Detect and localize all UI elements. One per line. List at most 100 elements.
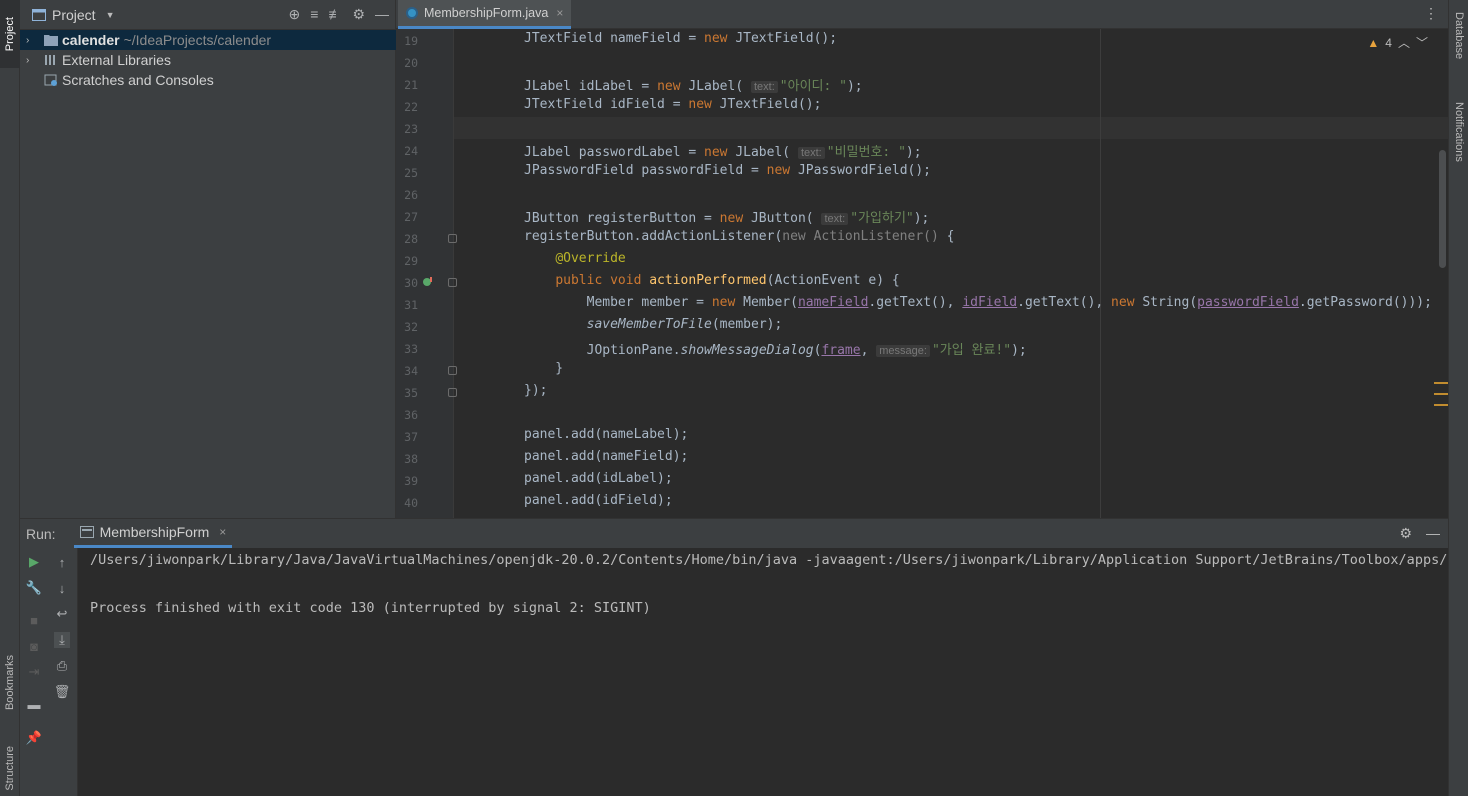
- project-panel: Project ▼ ⊕ ≡ ≢ ⚙ — › calender ~/IdeaPro…: [20, 0, 396, 518]
- code-line: }: [524, 361, 564, 376]
- line-number: 36: [404, 408, 418, 422]
- close-icon[interactable]: ×: [219, 525, 226, 539]
- collapse-all-icon[interactable]: ≢: [328, 6, 342, 23]
- tree-item-label: External Libraries: [62, 52, 171, 68]
- line-number: 21: [404, 78, 418, 92]
- line-number: 29: [404, 254, 418, 268]
- tree-item-label: calender: [62, 32, 120, 48]
- java-class-icon: [406, 7, 418, 19]
- bookmarks-tool-tab[interactable]: Bookmarks: [0, 640, 20, 726]
- error-stripe-marks[interactable]: [1434, 382, 1448, 415]
- folder-icon: [44, 35, 58, 46]
- editor-scrollbar[interactable]: [1439, 150, 1446, 268]
- code-line: JButton registerButton = new JButton( te…: [524, 211, 930, 226]
- editor-tab-membershipform[interactable]: MembershipForm.java ×: [398, 0, 572, 29]
- line-number: 37: [404, 430, 418, 444]
- line-number: 25: [404, 166, 418, 180]
- close-icon[interactable]: ×: [556, 6, 563, 20]
- layout-icon[interactable]: ▬: [26, 696, 42, 712]
- run-panel: Run: MembershipForm × ⚙ — ▶ 🔧 ■ ◙ ⇥ ▬ 📌 …: [20, 518, 1448, 796]
- line-number: 35: [404, 386, 418, 400]
- line-number: 24: [404, 144, 418, 158]
- code-area[interactable]: JTextField nameField = new JTextField();…: [454, 29, 1448, 518]
- chevron-up-icon[interactable]: ︿: [1398, 34, 1410, 51]
- tree-item-scratches[interactable]: Scratches and Consoles: [20, 70, 396, 90]
- expand-all-icon[interactable]: ≡: [310, 6, 318, 23]
- scroll-to-end-icon[interactable]: ⤓: [54, 632, 70, 648]
- tree-item-external-libraries[interactable]: › External Libraries: [20, 50, 396, 70]
- right-tool-strip: Database Notifications: [1448, 0, 1468, 796]
- code-line: @Override: [555, 251, 626, 266]
- rerun-icon[interactable]: ▶: [26, 554, 42, 570]
- minimize-icon[interactable]: —: [375, 6, 389, 23]
- camera-icon[interactable]: ◙: [26, 638, 42, 654]
- print-icon[interactable]: ⎙: [54, 658, 70, 674]
- console-line: /Users/jiwonpark/Library/Java/JavaVirtua…: [90, 552, 1448, 568]
- warning-icon: ▲: [1367, 35, 1380, 50]
- line-number: 38: [404, 452, 418, 466]
- line-number: 20: [404, 56, 418, 70]
- chevron-down-icon[interactable]: ﹀: [1416, 34, 1428, 51]
- gear-icon[interactable]: ⚙: [1399, 525, 1412, 542]
- soft-wrap-icon[interactable]: ↩: [54, 606, 70, 622]
- line-number: 26: [404, 188, 418, 202]
- code-line: panel.add(idField);: [524, 493, 673, 508]
- wrench-icon[interactable]: 🔧: [26, 580, 42, 596]
- editor-tab-bar: MembershipForm.java × ⋮: [396, 0, 1448, 29]
- line-number: 34: [404, 364, 418, 378]
- tree-item-calender[interactable]: › calender ~/IdeaProjects/calender: [20, 30, 396, 50]
- pin-icon[interactable]: 📌: [26, 730, 42, 746]
- trash-icon[interactable]: 🗑: [54, 684, 71, 700]
- structure-tool-tab[interactable]: Structure: [0, 740, 20, 796]
- line-number: 33: [404, 342, 418, 356]
- code-line: saveMemberToFile(member);: [586, 317, 783, 332]
- code-line: JTextField idField = new JTextField();: [524, 97, 822, 112]
- chevron-right-icon[interactable]: ›: [26, 35, 38, 46]
- notifications-tool-tab[interactable]: Notifications: [1449, 98, 1468, 162]
- line-number: 27: [404, 210, 418, 224]
- tree-item-path: ~/IdeaProjects/calender: [123, 32, 272, 48]
- project-tool-tab-label: Project: [4, 16, 16, 52]
- code-line: panel.add(idLabel);: [524, 471, 673, 486]
- scratches-icon: [44, 74, 57, 86]
- gear-icon[interactable]: ⚙: [352, 6, 365, 23]
- stop-icon[interactable]: ■: [26, 612, 42, 628]
- chevron-right-icon[interactable]: ›: [26, 55, 38, 66]
- line-number: 19: [404, 34, 418, 48]
- code-line: });: [524, 383, 548, 398]
- project-tool-tab[interactable]: Project: [0, 0, 20, 68]
- console-output[interactable]: /Users/jiwonpark/Library/Java/JavaVirtua…: [90, 548, 1448, 796]
- database-tool-tab-label: Database: [1453, 12, 1465, 60]
- project-view-icon: [32, 8, 46, 21]
- minimize-icon[interactable]: —: [1426, 525, 1440, 542]
- caret-line-highlight: [454, 117, 1448, 139]
- arrow-up-icon[interactable]: ↑: [54, 554, 70, 570]
- line-number: 30: [404, 276, 418, 290]
- bookmarks-tool-tab-label: Bookmarks: [4, 655, 16, 711]
- run-panel-header: Run: MembershipForm × ⚙ —: [20, 519, 1448, 548]
- more-vertical-icon[interactable]: ⋮: [1424, 5, 1438, 22]
- editor-gutter: 19 20 21 22 23 24 25 26 27 28 29 30 31 32 33 34 35 36 37 38…: [396, 29, 457, 518]
- run-tab-label: MembershipForm: [99, 524, 210, 540]
- project-panel-title[interactable]: Project: [52, 7, 96, 23]
- override-gutter-icon[interactable]: [422, 276, 434, 288]
- locate-icon[interactable]: ⊕: [289, 6, 301, 23]
- inspection-widget[interactable]: ▲ 4 ︿ ﹀: [1367, 34, 1428, 51]
- notifications-tool-tab-label: Notifications: [1453, 102, 1465, 162]
- run-panel-tools: ⚙ —: [1399, 525, 1440, 542]
- tree-item-label: Scratches and Consoles: [62, 72, 214, 88]
- code-line: JPasswordField passwordField = new JPass…: [524, 163, 932, 178]
- run-toolbar: ▶ 🔧 ■ ◙ ⇥ ▬ 📌 ↑ ↓ ↩ ⤓ ⎙ 🗑: [20, 548, 78, 796]
- run-tab-membershipform[interactable]: MembershipForm ×: [73, 519, 233, 548]
- run-label: Run:: [26, 525, 56, 542]
- exit-icon[interactable]: ⇥: [26, 664, 42, 680]
- arrow-down-icon[interactable]: ↓: [54, 580, 70, 596]
- chevron-down-icon[interactable]: ▼: [106, 10, 115, 20]
- code-editor: MembershipForm.java × ⋮ 19 20 21 22 23 24 25 26…: [396, 0, 1448, 518]
- code-line: JTextField nameField = new JTextField();: [524, 31, 838, 46]
- code-line: JOptionPane.showMessageDialog(frame, mes…: [524, 343, 1027, 358]
- line-number: 39: [404, 474, 418, 488]
- code-line: registerButton.addActionListener(new Act…: [524, 229, 955, 244]
- database-tool-tab[interactable]: Database: [1449, 8, 1468, 59]
- right-margin-guide: [1100, 29, 1101, 518]
